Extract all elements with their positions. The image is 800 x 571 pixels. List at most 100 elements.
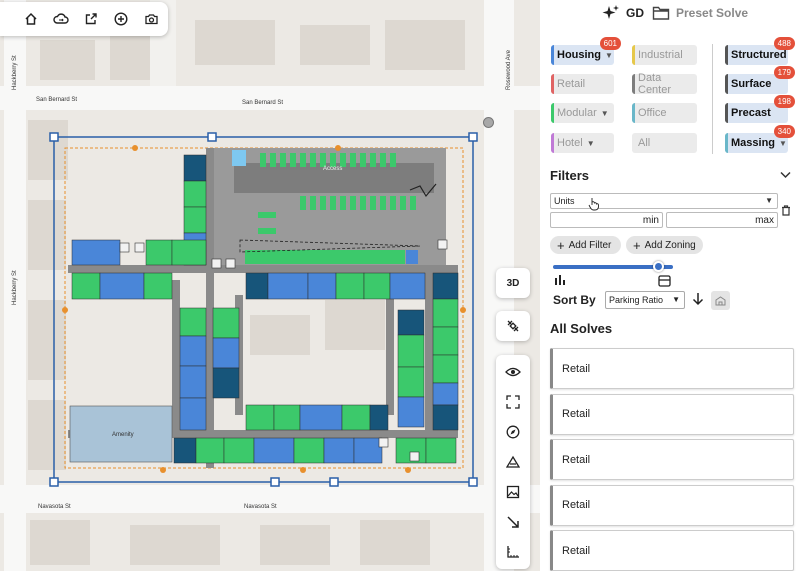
add-filter-button[interactable]: + Add Filter — [550, 236, 621, 254]
filter-metric-select[interactable]: Units ▼ — [550, 193, 778, 209]
housing-unit[interactable] — [425, 437, 457, 464]
housing-unit[interactable] — [397, 334, 425, 368]
housing-unit[interactable] — [253, 437, 295, 464]
housing-unit[interactable] — [293, 437, 325, 464]
toggle-3d-button[interactable]: 3D — [496, 268, 530, 298]
housing-unit[interactable] — [195, 437, 225, 464]
gd-tab[interactable]: GD — [626, 6, 644, 20]
housing-unit[interactable] — [173, 437, 197, 464]
chip-precast[interactable]: Precast 198 — [725, 95, 795, 123]
chip-all[interactable]: All — [632, 133, 697, 153]
top-toolbar — [0, 2, 168, 36]
housing-unit[interactable] — [245, 272, 269, 300]
housing-unit[interactable] — [307, 272, 337, 300]
solve-card[interactable]: Retail — [550, 530, 794, 571]
solve-card[interactable]: Retail — [550, 484, 794, 526]
arrow-down-icon[interactable] — [692, 292, 704, 306]
chip-surface-badge: 179 — [773, 66, 795, 79]
housing-unit[interactable] — [323, 437, 355, 464]
housing-unit[interactable] — [299, 404, 343, 431]
housing-unit[interactable] — [171, 239, 207, 266]
satellite-button[interactable] — [496, 311, 530, 341]
housing-unit[interactable] — [223, 437, 255, 464]
chip-office[interactable]: Office — [632, 103, 697, 123]
housing-unit[interactable] — [397, 309, 425, 336]
solve-card[interactable]: Retail — [550, 393, 794, 435]
housing-unit[interactable] — [179, 365, 207, 399]
housing-unit[interactable] — [369, 404, 389, 431]
map-marker[interactable] — [483, 117, 494, 128]
plus-icon: + — [633, 237, 641, 253]
housing-unit[interactable] — [212, 337, 240, 369]
housing-unit[interactable] — [397, 396, 425, 428]
sort-by-select[interactable]: Parking Ratio ▼ — [605, 291, 685, 309]
filter-min-input[interactable]: min — [550, 212, 663, 228]
housing-unit[interactable] — [353, 437, 383, 464]
housing-unit[interactable] — [179, 397, 207, 431]
terrain-button[interactable] — [496, 447, 530, 477]
street-label-navasota-left: Navasota St — [38, 504, 71, 510]
bar-chart-icon[interactable] — [554, 275, 566, 286]
chip-structured[interactable]: Structured 488 — [725, 37, 795, 65]
housing-unit[interactable] — [145, 239, 173, 266]
chip-data-center[interactable]: Data Center — [632, 72, 697, 96]
chip-divider — [712, 44, 713, 154]
solve-card[interactable]: Retail — [550, 439, 794, 480]
trash-icon[interactable] — [781, 205, 791, 216]
housing-unit[interactable] — [341, 404, 371, 431]
housing-unit[interactable] — [397, 366, 425, 398]
chip-hotel[interactable]: Hotel ▼ — [551, 133, 614, 153]
solve-card[interactable]: Retail — [550, 348, 794, 389]
chip-massing-badge: 340 — [773, 125, 795, 138]
fit-view-button[interactable] — [496, 387, 530, 417]
housing-unit[interactable] — [432, 298, 459, 328]
chevron-down-icon: ▼ — [600, 108, 609, 118]
filter-max-input[interactable]: max — [666, 212, 778, 228]
housing-unit[interactable] — [432, 354, 459, 384]
add-zoning-button[interactable]: + Add Zoning — [626, 236, 703, 254]
housing-unit[interactable] — [212, 307, 240, 339]
housing-unit[interactable] — [245, 404, 275, 431]
add-button[interactable] — [106, 2, 136, 36]
chip-retail[interactable]: Retail — [551, 74, 614, 94]
housing-unit[interactable] — [71, 272, 101, 300]
housing-unit[interactable] — [183, 154, 207, 182]
housing-unit[interactable] — [432, 404, 459, 431]
filter-slider-handle[interactable] — [653, 261, 664, 272]
housing-unit[interactable] — [99, 272, 145, 300]
housing-unit[interactable] — [179, 335, 207, 367]
housing-unit[interactable] — [363, 272, 391, 300]
compass-button[interactable] — [496, 417, 530, 447]
camera-button[interactable] — [136, 2, 166, 36]
housing-unit[interactable] — [267, 272, 309, 300]
housing-unit[interactable] — [71, 239, 121, 266]
image-button[interactable] — [496, 477, 530, 507]
chip-modular[interactable]: Modular ▼ — [551, 103, 614, 123]
housing-unit[interactable] — [432, 382, 459, 406]
housing-unit[interactable] — [212, 367, 240, 399]
visibility-button[interactable] — [496, 357, 530, 387]
housing-unit[interactable] — [389, 272, 426, 300]
building-view-button[interactable] — [711, 291, 730, 310]
cloud-sync-button[interactable] — [46, 2, 76, 36]
chip-industrial[interactable]: Industrial — [632, 45, 697, 65]
chevron-down-icon[interactable] — [780, 171, 791, 179]
preset-solve-tab[interactable]: Preset Solve — [676, 6, 748, 20]
export-button[interactable] — [76, 2, 106, 36]
housing-unit[interactable] — [335, 272, 365, 300]
housing-unit[interactable] — [179, 307, 207, 337]
diagonal-arrow-button[interactable] — [496, 507, 530, 537]
housing-unit[interactable] — [143, 272, 173, 300]
housing-unit[interactable] — [432, 326, 459, 356]
housing-unit[interactable] — [432, 272, 459, 300]
chip-massing[interactable]: Massing ▼ 340 — [725, 125, 795, 153]
housing-unit[interactable] — [273, 404, 301, 431]
home-button[interactable] — [16, 2, 46, 36]
map-canvas[interactable]: * San Bernard St San Bernard St Navasota… — [0, 0, 540, 571]
measure-button[interactable] — [496, 537, 530, 567]
chip-surface[interactable]: Surface 179 — [725, 66, 795, 94]
chip-housing[interactable]: Housing ▼ 601 — [551, 37, 621, 65]
housing-unit[interactable] — [183, 180, 207, 208]
housing-unit[interactable] — [183, 206, 207, 234]
table-view-icon[interactable] — [658, 275, 671, 287]
